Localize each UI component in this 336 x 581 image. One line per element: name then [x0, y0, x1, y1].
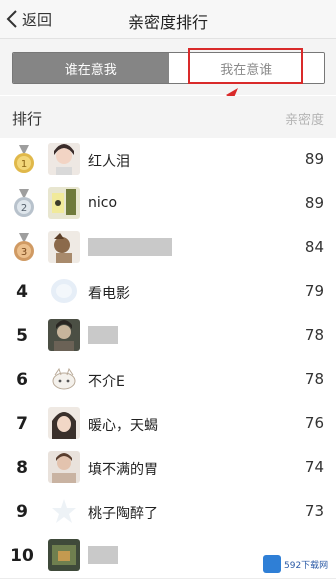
rank-number: 9 [16, 502, 28, 522]
redacted-name [88, 326, 118, 344]
avatar[interactable] [48, 539, 80, 571]
intimacy-score: 78 [304, 370, 324, 388]
gold-medal-icon: 1 [14, 145, 34, 173]
contact-name: 填不满的胃 [88, 462, 158, 478]
tab-who-cares-about-me[interactable]: 谁在意我 [13, 53, 169, 83]
top-bar: 返回 亲密度排行 [0, 0, 336, 39]
annotation-highlight-box [188, 48, 303, 84]
list-item[interactable]: 3 84 [0, 226, 336, 271]
rank-number: 7 [16, 414, 28, 434]
list-item[interactable]: 9 桃子陶醉了 73 [0, 490, 336, 535]
contact-name: 暖心，天蝎 [88, 418, 158, 434]
avatar[interactable] [48, 143, 80, 175]
svg-text:1: 1 [21, 159, 27, 170]
avatar[interactable] [48, 363, 80, 395]
silver-medal-icon: 2 [14, 189, 34, 217]
bronze-medal-icon: 3 [14, 233, 34, 261]
avatar[interactable] [48, 187, 80, 219]
redacted-name [88, 546, 118, 564]
intimacy-score: 78 [304, 326, 324, 344]
avatar[interactable] [48, 319, 80, 351]
intimacy-score: 76 [304, 414, 324, 432]
rank-number: 6 [16, 370, 28, 390]
intimacy-score: 89 [304, 150, 324, 168]
list-item[interactable]: 6 不介E 78 [0, 358, 336, 403]
watermark: 592下载网 [260, 553, 330, 575]
rank-number: 5 [16, 326, 28, 346]
list-item[interactable]: 7 暖心，天蝎 76 [0, 402, 336, 447]
avatar[interactable] [48, 451, 80, 483]
avatar[interactable] [48, 231, 80, 263]
rank-number: 8 [16, 458, 28, 478]
list-item[interactable]: 2 nico 89 [0, 182, 336, 227]
watermark-text: 592下载网 [284, 560, 329, 571]
intimacy-score: 73 [304, 502, 324, 520]
contact-name: 红人泪 [88, 154, 130, 170]
intimacy-score: 84 [304, 238, 324, 256]
intimacy-column-label: 亲密度 [284, 113, 324, 128]
rank-number: 4 [16, 282, 28, 302]
contact-name: nico [88, 195, 118, 211]
list-header: 排行 亲密度 [0, 96, 336, 138]
watermark-logo-icon [263, 555, 281, 573]
intimacy-score: 74 [304, 458, 324, 476]
avatar[interactable] [48, 275, 80, 307]
avatar[interactable] [48, 495, 80, 527]
svg-text:2: 2 [21, 203, 27, 214]
page-title: 亲密度排行 [127, 13, 208, 32]
rank-column-label: 排行 [12, 110, 43, 128]
list-item[interactable]: 5 78 [0, 314, 336, 359]
list-item[interactable]: 1 红人泪 89 [0, 138, 336, 183]
rank-number: 10 [10, 546, 34, 566]
intimacy-score: 89 [304, 194, 324, 212]
avatar[interactable] [48, 407, 80, 439]
contact-name: 看电影 [88, 286, 130, 302]
list-item[interactable]: 8 填不满的胃 74 [0, 446, 336, 491]
list-item[interactable]: 4 看电影 79 [0, 270, 336, 315]
redacted-name [88, 238, 172, 256]
intimacy-score: 79 [304, 282, 324, 300]
contact-name: 不介E [88, 374, 125, 390]
contact-name: 桃子陶醉了 [88, 506, 158, 522]
svg-text:3: 3 [21, 247, 27, 258]
